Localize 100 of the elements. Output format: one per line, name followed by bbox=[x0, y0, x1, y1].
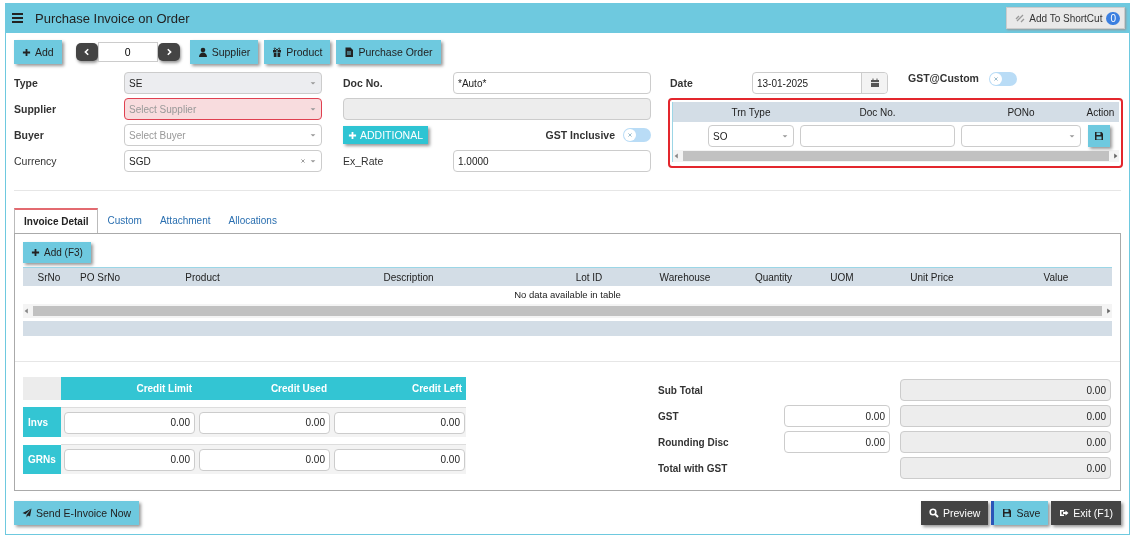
horizontal-scrollbar[interactable] bbox=[23, 304, 1112, 318]
amount-field[interactable]: 0.00 bbox=[334, 448, 465, 471]
column-header: Unit Price bbox=[909, 271, 955, 283]
x-icon bbox=[626, 131, 634, 139]
trn-type-select[interactable]: SO bbox=[708, 125, 794, 147]
add-button[interactable]: Add bbox=[14, 40, 62, 64]
clear-icon bbox=[299, 157, 307, 165]
scroll-left-icon bbox=[673, 152, 681, 160]
total-field: 0.00 bbox=[900, 457, 1111, 479]
amount-field[interactable]: 0.00 bbox=[784, 405, 890, 427]
caret-down-icon bbox=[1068, 132, 1076, 140]
doc-number-field[interactable] bbox=[800, 125, 955, 147]
save-button[interactable]: Save bbox=[991, 501, 1049, 525]
field-label: Doc No. bbox=[343, 77, 384, 89]
date-field[interactable]: 13-01-2025 bbox=[752, 72, 888, 94]
plus-icon bbox=[348, 130, 357, 140]
record-field[interactable]: 0 bbox=[97, 42, 158, 62]
link-icon bbox=[1015, 13, 1026, 23]
po-number-select[interactable] bbox=[961, 125, 1081, 147]
amount-field[interactable]: 0.00 bbox=[199, 448, 330, 471]
column-header: Quantity bbox=[753, 271, 794, 283]
send-e-invoice-button[interactable]: Send E-Invoice Now bbox=[14, 501, 140, 525]
row-header: GRNs bbox=[23, 444, 61, 474]
field-label: Rounding Disc bbox=[658, 436, 730, 448]
field-label: GST Inclusive bbox=[545, 129, 615, 141]
field-label: GST bbox=[658, 410, 680, 422]
field-label: Supplier bbox=[14, 103, 57, 115]
total-field: 0.00 bbox=[900, 405, 1111, 427]
user-icon bbox=[197, 47, 208, 57]
amount-field[interactable]: 0.00 bbox=[64, 411, 195, 434]
horizontal-scrollbar[interactable] bbox=[673, 150, 1119, 162]
field-label: Ex_Rate bbox=[343, 155, 385, 167]
select-field[interactable]: SGD bbox=[124, 150, 322, 172]
tab[interactable]: Attachment bbox=[150, 207, 220, 233]
empty-message: No data available in table bbox=[513, 288, 622, 302]
field-label: Currency bbox=[14, 155, 58, 167]
save-row-button[interactable] bbox=[1088, 125, 1110, 147]
column-header: PONo bbox=[1006, 106, 1036, 118]
caret-down-icon bbox=[309, 79, 317, 87]
previous-button[interactable] bbox=[75, 43, 98, 61]
field-label: Sub Total bbox=[658, 384, 704, 396]
amount-field[interactable]: 0.00 bbox=[784, 431, 890, 453]
supplier-button[interactable]: Supplier bbox=[189, 40, 259, 64]
amount-field[interactable]: 0.00 bbox=[64, 448, 195, 471]
column-header: Lot ID bbox=[574, 271, 604, 283]
caret-down-icon bbox=[309, 131, 317, 139]
field-label: Total with GST bbox=[658, 462, 729, 474]
toggle-switch[interactable] bbox=[623, 128, 651, 142]
amount-field[interactable]: 0.00 bbox=[199, 411, 330, 434]
add-row-button[interactable]: Add (F3) bbox=[23, 242, 91, 263]
calendar-button[interactable] bbox=[861, 73, 887, 93]
doc-number-field[interactable]: *Auto* bbox=[453, 72, 651, 94]
document-icon bbox=[344, 47, 355, 57]
field-label: GST@Custom bbox=[908, 71, 979, 84]
header-corner bbox=[23, 377, 61, 400]
tab[interactable]: Allocations bbox=[219, 207, 286, 233]
column-header: Product bbox=[184, 271, 221, 283]
column-header: Action bbox=[1085, 106, 1116, 118]
column-header: Description bbox=[382, 271, 435, 283]
scroll-right-icon bbox=[1111, 152, 1119, 160]
amount-field[interactable]: 0.00 bbox=[334, 411, 465, 434]
row-header: Invs bbox=[23, 407, 61, 437]
exit-icon bbox=[1059, 508, 1070, 518]
floppy-icon bbox=[1002, 508, 1013, 518]
order-button[interactable]: Purchase Order bbox=[336, 40, 441, 64]
chevron-left-icon bbox=[82, 48, 91, 56]
total-field: 0.00 bbox=[900, 431, 1111, 453]
window-title: Purchase Invoice on Order bbox=[35, 10, 191, 26]
tab[interactable]: Invoice Detail bbox=[14, 208, 99, 234]
product-button[interactable]: Product bbox=[264, 40, 331, 64]
column-header: PO SrNo bbox=[79, 271, 121, 283]
exit-button[interactable]: Exit (F1) bbox=[1051, 501, 1121, 525]
caret-down-icon bbox=[309, 105, 317, 113]
field-label: Type bbox=[14, 77, 39, 89]
menu-icon bbox=[12, 13, 23, 23]
column-header: Credit Left bbox=[331, 377, 466, 400]
column-header: Value bbox=[1042, 271, 1070, 283]
x-icon bbox=[991, 75, 1000, 83]
tab[interactable]: Custom bbox=[98, 207, 151, 233]
toggle-switch[interactable] bbox=[988, 72, 1017, 86]
gift-icon bbox=[272, 47, 283, 57]
column-header: Credit Used bbox=[196, 377, 331, 400]
exchange-rate-field[interactable]: 1.0000 bbox=[453, 150, 651, 172]
column-header: Credit Limit bbox=[61, 377, 196, 400]
plus-icon bbox=[22, 47, 31, 57]
floppy-icon bbox=[1094, 131, 1104, 141]
plus-icon bbox=[31, 248, 40, 257]
column-header: Doc No. bbox=[858, 106, 897, 118]
preview-button[interactable]: Preview bbox=[921, 501, 989, 525]
next-button[interactable] bbox=[157, 43, 180, 61]
field-label: Date bbox=[669, 77, 694, 89]
column-header: SrNo bbox=[36, 271, 62, 283]
paper-plane-icon bbox=[22, 508, 32, 518]
calendar-icon bbox=[869, 78, 880, 88]
count-badge: 0 bbox=[1106, 11, 1120, 25]
caret-down-icon bbox=[781, 132, 789, 140]
add-shortcut-button[interactable]: Add To ShortCut 0 bbox=[1006, 7, 1125, 29]
field-label: Buyer bbox=[14, 129, 45, 141]
chevron-right-icon bbox=[164, 48, 173, 56]
column-header: Trn Type bbox=[730, 106, 772, 118]
